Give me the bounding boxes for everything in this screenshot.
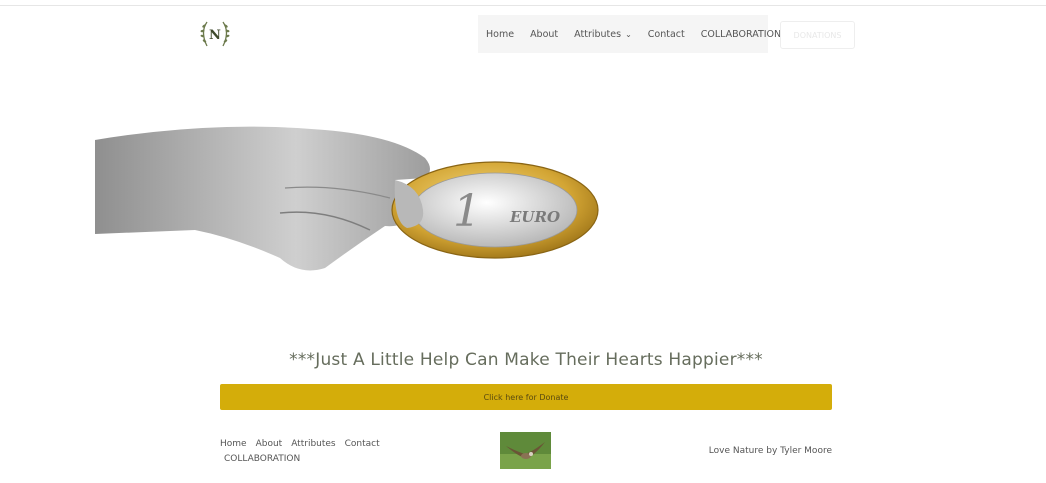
tagline: ***Just A Little Help Can Make Their Hea… [289, 350, 763, 370]
chevron-down-icon: ⌄ [625, 29, 632, 39]
coin-numeral: 1 [453, 186, 481, 237]
top-divider [0, 5, 1046, 6]
logo-laurel-icon[interactable]: N [197, 18, 233, 50]
main-nav: Home About Attributes ⌄ Contact COLLABORA… [478, 15, 781, 53]
hero-hand-coin-image: 1 EURO [95, 126, 599, 271]
nav-contact[interactable]: Contact [640, 29, 693, 40]
donate-button[interactable]: Click here for Donate [220, 384, 832, 410]
nav-about[interactable]: About [522, 29, 566, 40]
footer-nav: Home About Attributes Contact COLLABORATION [220, 437, 400, 467]
bird-thumbnail-image [500, 432, 551, 469]
coin-text: EURO [509, 208, 560, 226]
nav-collaboration[interactable]: COLLABORATION [693, 29, 789, 40]
footer-credit: Love Nature by Tyler Moore [708, 446, 832, 456]
donations-button[interactable]: DONATIONS [780, 21, 855, 49]
logo-letter: N [209, 28, 221, 43]
footer-nav-home[interactable]: Home [220, 439, 247, 449]
nav-home[interactable]: Home [478, 29, 522, 40]
footer-nav-attributes[interactable]: Attributes [291, 439, 335, 449]
footer-nav-about[interactable]: About [256, 439, 283, 449]
footer-nav-collaboration[interactable]: COLLABORATION [220, 452, 391, 467]
nav-attributes-label: Attributes [574, 28, 622, 40]
footer-nav-contact[interactable]: Contact [345, 439, 380, 449]
nav-attributes[interactable]: Attributes ⌄ [566, 29, 640, 40]
